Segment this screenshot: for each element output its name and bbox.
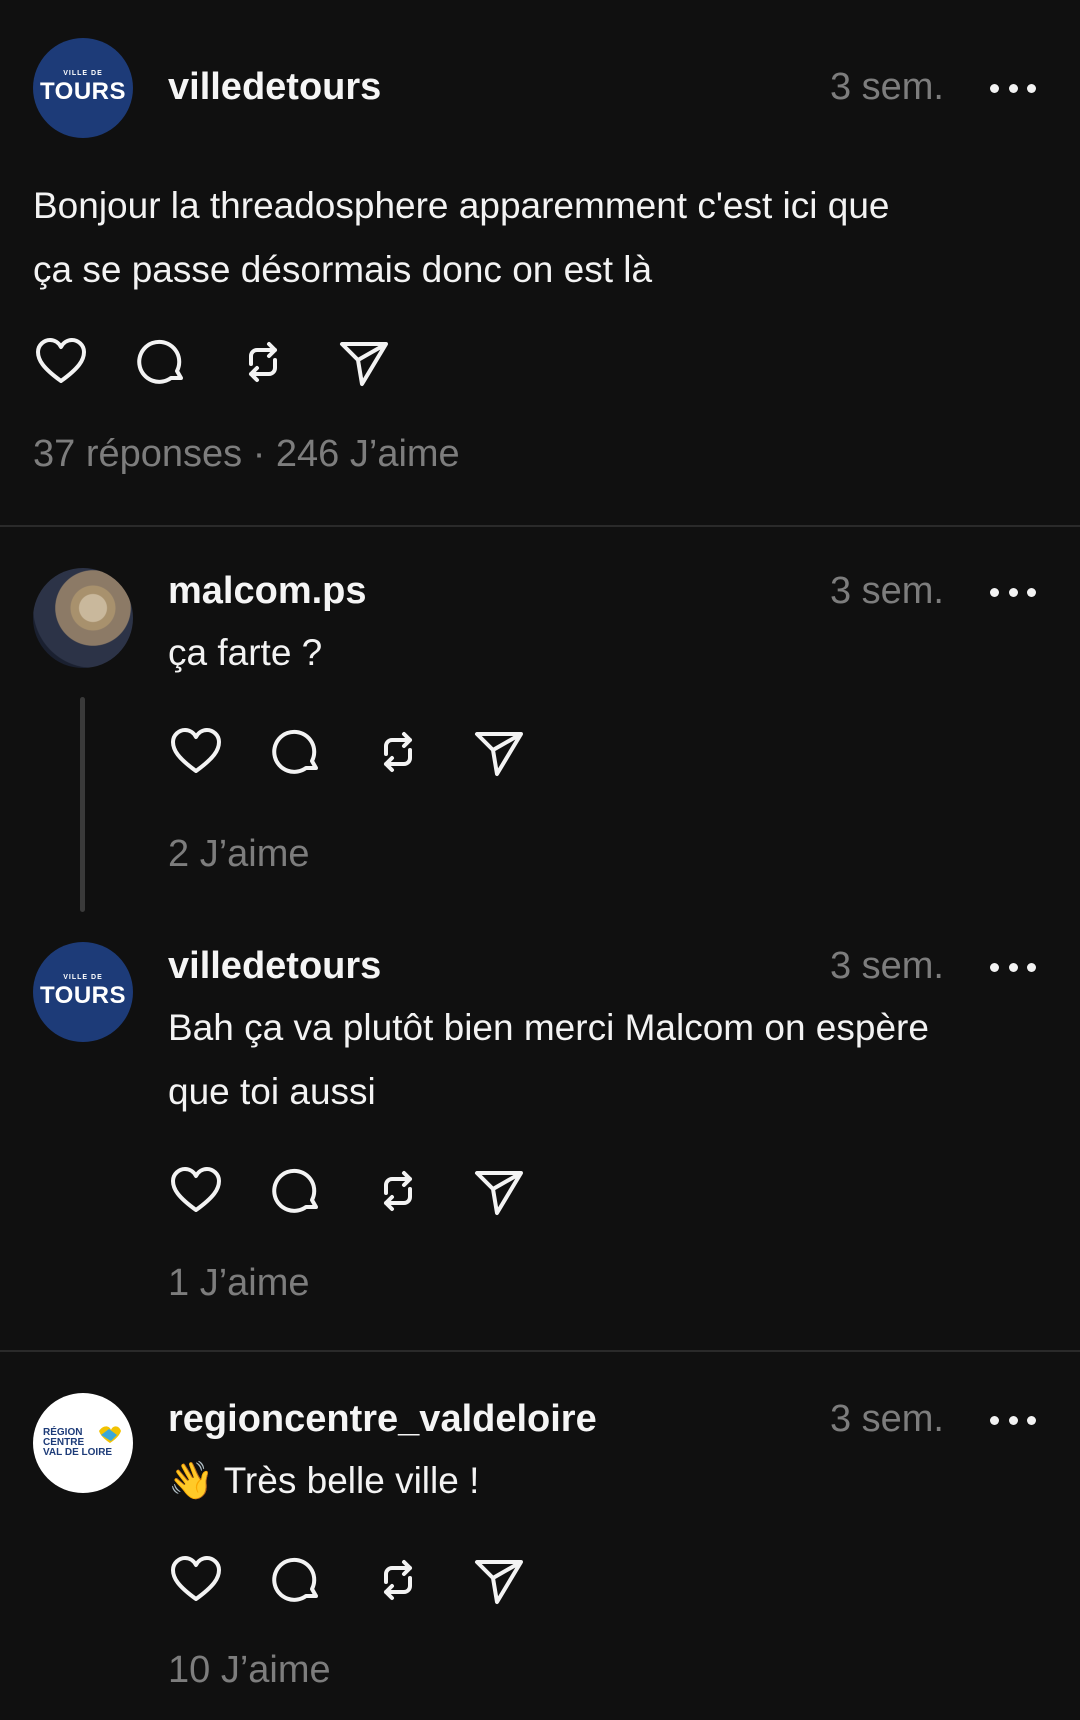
comment-icon[interactable] [269, 1552, 370, 1608]
post-villedetours-reply: VILLE DE TOURS villedetours 3 sem. Bah ç… [0, 917, 1080, 1350]
action-bar [168, 1552, 572, 1608]
post-malcom-reply: malcom.ps 3 sem. ça farte ? 2 J’aime [0, 527, 1080, 917]
post-text: 👋 Très belle ville ! [168, 1460, 480, 1501]
timestamp: 3 sem. [829, 945, 944, 987]
heart-icon[interactable] [33, 334, 134, 390]
share-icon[interactable] [336, 334, 437, 390]
post-text: Bonjour la threadosphere apparemment c'e… [33, 185, 890, 290]
share-icon[interactable] [471, 724, 572, 780]
username[interactable]: villedetours [168, 66, 381, 109]
repost-icon[interactable] [370, 724, 471, 780]
share-icon[interactable] [471, 1163, 572, 1219]
post-stats[interactable]: 1 J’aime [168, 1262, 310, 1305]
timestamp: 3 sem. [829, 1398, 944, 1440]
repost-icon[interactable] [370, 1163, 471, 1219]
post-villedetours-main: VILLE DE TOURS villedetours 3 sem. Bonjo… [0, 0, 1080, 525]
thread-line [80, 697, 85, 912]
username[interactable]: regioncentre_valdeloire [168, 1398, 597, 1441]
share-icon[interactable] [471, 1552, 572, 1608]
heart-icon[interactable] [168, 724, 269, 780]
more-icon[interactable] [990, 582, 1036, 602]
post-regioncentre-reply: RÉGION CENTRE VAL DE LOIRE regioncentre_… [0, 1352, 1080, 1720]
comment-icon[interactable] [134, 334, 235, 390]
post-text: Bah ça va plutôt bien merci Malcom on es… [168, 1007, 929, 1112]
region-logo-icon [99, 1426, 121, 1443]
avatar[interactable]: VILLE DE TOURS [33, 942, 133, 1042]
repost-icon[interactable] [235, 334, 336, 390]
post-text: ça farte ? [168, 632, 323, 673]
post-stats[interactable]: 10 J’aime [168, 1649, 331, 1692]
action-bar [168, 724, 572, 780]
avatar[interactable]: RÉGION CENTRE VAL DE LOIRE [33, 1393, 133, 1493]
heart-icon[interactable] [168, 1163, 269, 1219]
avatar[interactable]: VILLE DE TOURS [33, 38, 133, 138]
action-bar [33, 334, 437, 390]
action-bar [168, 1163, 572, 1219]
username[interactable]: malcom.ps [168, 570, 367, 613]
timestamp: 3 sem. [829, 66, 944, 108]
waving-hand-emoji: 👋 [168, 1460, 215, 1501]
comment-icon[interactable] [269, 724, 370, 780]
repost-icon[interactable] [370, 1552, 471, 1608]
more-icon[interactable] [990, 1410, 1036, 1430]
username[interactable]: villedetours [168, 945, 381, 988]
timestamp: 3 sem. [829, 570, 944, 612]
avatar[interactable] [33, 568, 133, 668]
heart-icon[interactable] [168, 1552, 269, 1608]
more-icon[interactable] [990, 957, 1036, 977]
post-stats[interactable]: 37 réponses · 246 J’aime [33, 433, 460, 476]
more-icon[interactable] [990, 78, 1036, 98]
post-stats[interactable]: 2 J’aime [168, 833, 310, 876]
comment-icon[interactable] [269, 1163, 370, 1219]
